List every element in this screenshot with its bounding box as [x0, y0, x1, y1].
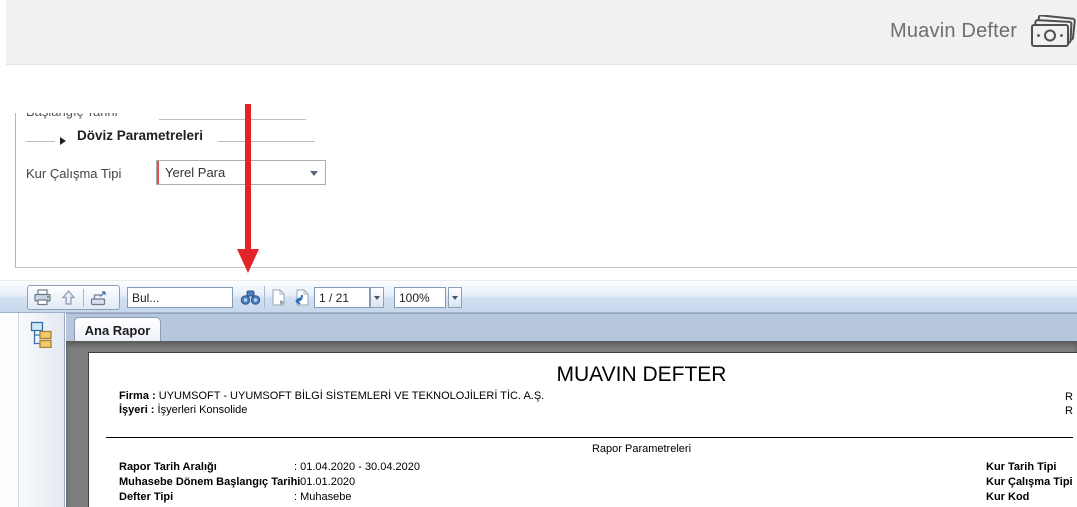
param-value: : Muhasebe — [294, 491, 352, 503]
report-viewer-body: Ana Rapor MUAVIN DEFTER Firma : UYUMSOFT… — [0, 313, 1077, 507]
page-number-input[interactable] — [314, 287, 370, 308]
next-page-icon — [272, 289, 285, 306]
main-toolbar: Yeni Sekmede Görüntüle Görüntüle </> X — [6, 65, 1077, 169]
find-binoculars-icon — [240, 290, 260, 305]
section-title: Döviz Parametreleri — [77, 128, 204, 143]
report-tab-strip: Ana Rapor — [66, 313, 1077, 342]
left-gutter — [0, 313, 18, 507]
right-param-label: Kur Tarih Tipi — [986, 461, 1057, 473]
zoom-level-input[interactable] — [394, 287, 446, 308]
report-viewer-toolbar — [0, 280, 1077, 313]
print-icon — [34, 289, 51, 306]
parameters-form-panel: Başlangıç Tarihi Döviz Parametreleri Kur… — [15, 113, 1077, 268]
required-field-marker — [157, 161, 159, 184]
kur-calisma-tipi-label: Kur Çalışma Tipi — [26, 166, 122, 181]
report-page: MUAVIN DEFTER Firma : UYUMSOFT - UYUMSOF… — [88, 352, 1077, 507]
back-to-parent-report-button[interactable] — [290, 287, 310, 308]
banknotes-icon — [1026, 14, 1077, 58]
document-map-sidebar — [18, 313, 65, 507]
page-number-dropdown-button[interactable] — [370, 287, 384, 308]
next-page-button[interactable] — [269, 287, 289, 308]
clipped-text-fragment: R — [1065, 391, 1073, 403]
report-title: MUAVIN DEFTER — [556, 363, 727, 386]
selected-value: Yerel Para — [165, 165, 226, 180]
chevron-down-icon — [310, 171, 318, 176]
page-setup-button[interactable] — [57, 287, 80, 308]
export-print-icon — [90, 290, 106, 305]
tab-ana-rapor[interactable]: Ana Rapor — [74, 317, 161, 342]
param-value: : 01.01.2020 — [294, 476, 356, 488]
print-button[interactable] — [31, 287, 54, 308]
report-isyeri-row: İşyeri : İşyerleri Konsolide — [119, 404, 247, 416]
isyeri-value: İşyerleri Konsolide — [157, 404, 248, 416]
start-date-label: Başlangıç Tarihi — [26, 113, 118, 119]
document-map-button[interactable] — [27, 319, 57, 349]
clipped-text-fragment: R — [1065, 405, 1073, 417]
chevron-down-icon — [374, 295, 380, 300]
report-page-area[interactable]: MUAVIN DEFTER Firma : UYUMSOFT - UYUMSOF… — [66, 341, 1077, 507]
search-input[interactable] — [127, 287, 233, 308]
tab-label: Ana Rapor — [84, 322, 151, 338]
param-label: Rapor Tarih Aralığı — [119, 461, 217, 473]
section-divider — [218, 141, 315, 142]
param-value: : 01.04.2020 - 30.04.2020 — [294, 461, 420, 473]
back-to-parent-icon — [294, 289, 309, 306]
export-print-button[interactable] — [87, 287, 110, 308]
collapse-arrow-icon[interactable] — [60, 137, 66, 145]
firma-value: UYUMSOFT - UYUMSOFT BİLGİ SİSTEMLERİ VE … — [158, 390, 545, 402]
chevron-down-icon — [452, 295, 458, 300]
kur-calisma-tipi-select[interactable]: Yerel Para — [156, 160, 326, 185]
firma-label: Firma : — [119, 390, 156, 402]
right-param-label: Kur Çalışma Tipi — [986, 476, 1073, 488]
report-params-title: Rapor Parametreleri — [591, 443, 692, 455]
print-button-group — [27, 285, 120, 310]
app-window: Muavin Defter Döviz Parametreleri Kur Ça… — [0, 0, 1077, 507]
report-firma-row: Firma : UYUMSOFT - UYUMSOFT BİLGİ SİSTEM… — [119, 390, 544, 402]
page-setup-icon — [62, 290, 75, 305]
section-divider — [26, 141, 55, 142]
right-param-label: Kur Kod — [986, 491, 1030, 503]
toolbar-separator — [264, 286, 265, 309]
toolbar-separator — [83, 288, 84, 307]
isyeri-label: İşyeri : — [119, 404, 155, 416]
param-label: Muhasebe Dönem Başlangıç Tarihi — [119, 476, 301, 488]
report-divider-line — [106, 437, 1073, 438]
find-button[interactable] — [239, 287, 261, 308]
document-map-icon — [30, 321, 52, 348]
zoom-level-dropdown-button[interactable] — [448, 287, 462, 308]
app-header: Muavin Defter — [6, 0, 1077, 65]
page-title: Muavin Defter — [890, 20, 1018, 42]
param-label: Defter Tipi — [119, 491, 174, 503]
start-date-input[interactable] — [159, 113, 306, 120]
